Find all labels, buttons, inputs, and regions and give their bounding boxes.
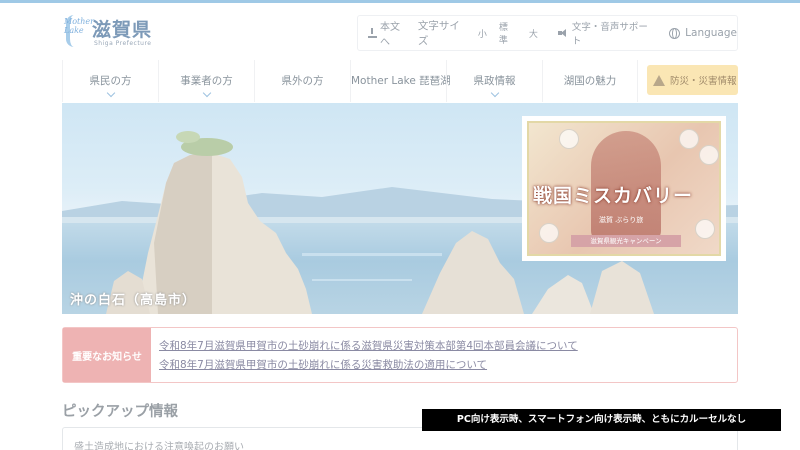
- important-notice-label: 重要なお知らせ: [63, 328, 151, 382]
- utility-bar: 本文へ 文字サイズ 小 標準 大 文字・音声サポート Language: [357, 15, 738, 51]
- nav-item-visitors[interactable]: 県外の方: [254, 60, 350, 102]
- skip-label: 本文へ: [379, 22, 400, 48]
- notice-link[interactable]: 令和8年7月滋賀県甲賀市の土砂崩れに係る災害救助法の適用について: [159, 357, 487, 372]
- nav-item-businesses[interactable]: 事業者の方: [158, 60, 254, 102]
- banner-title: 戦国ミスカバリー: [533, 185, 694, 207]
- nav-item-mother-lake[interactable]: Mother Lake 琵琶湖: [350, 60, 451, 102]
- banner-bubble: [559, 129, 579, 149]
- font-size-small-button[interactable]: 小: [474, 26, 491, 41]
- campaign-banner-image: 戦国ミスカバリー 滋賀 ぶらり旅 滋賀県観光キャンペーン: [527, 121, 721, 256]
- warning-icon: [653, 74, 665, 86]
- campaign-banner[interactable]: 戦国ミスカバリー 滋賀 ぶらり旅 滋賀県観光キャンペーン: [522, 116, 726, 261]
- chevron-down-icon: [202, 88, 211, 98]
- logo-name-ja: 滋賀県: [92, 19, 153, 41]
- disaster-info-button[interactable]: 防災・災害情報: [647, 65, 738, 95]
- globe-icon: [669, 27, 681, 39]
- banner-bubble: [695, 219, 715, 239]
- font-size-control: 文字サイズ 小 標準 大: [418, 18, 542, 48]
- site-logo[interactable]: Mother Lake 滋賀県 Shiga Prefecture: [64, 13, 156, 53]
- logo-name-en: Shiga Prefecture: [94, 40, 152, 47]
- global-nav: 県民の方 事業者の方 県外の方 Mother Lake 琵琶湖 県政情報 湖国の…: [62, 60, 642, 102]
- disaster-info-label: 防災・災害情報: [670, 76, 737, 87]
- pickup-section-title: ピックアップ情報: [62, 404, 178, 420]
- site-header: Mother Lake 滋賀県 Shiga Prefecture 本文へ 文字サ…: [0, 3, 800, 60]
- banner-subtitle: 滋賀 ぶらり旅: [599, 216, 644, 224]
- nav-item-label: 県民の方: [89, 75, 132, 87]
- language-link[interactable]: Language: [669, 27, 737, 39]
- pickup-item-link[interactable]: 盛土造成地における注意喚起のお願い: [74, 438, 244, 450]
- voice-support-label: 文字・音声サポート: [571, 22, 648, 47]
- nav-item-attractions[interactable]: 湖国の魅力: [542, 60, 638, 102]
- download-arrow-icon: [368, 28, 377, 38]
- font-size-standard-button[interactable]: 標準: [495, 19, 521, 47]
- nav-item-government[interactable]: 県政情報: [446, 60, 542, 102]
- notice-link[interactable]: 令和8年7月滋賀県甲賀市の土砂崩れに係る滋賀県災害対策本部第4回本部員会議につい…: [159, 338, 578, 353]
- nav-item-label: Mother Lake 琵琶湖: [351, 75, 451, 87]
- nav-item-residents[interactable]: 県民の方: [62, 60, 158, 102]
- chevron-down-icon: [490, 88, 499, 98]
- important-notice-box: 重要なお知らせ 令和8年7月滋賀県甲賀市の土砂崩れに係る滋賀県災害対策本部第4回…: [62, 327, 738, 383]
- banner-campaign-label: 滋賀県観光キャンペーン: [571, 235, 681, 247]
- banner-bubble: [699, 145, 719, 165]
- banner-bubble: [539, 223, 559, 243]
- nav-item-label: 県外の方: [281, 75, 324, 87]
- language-label: Language: [685, 27, 737, 39]
- nav-item-label: 湖国の魅力: [563, 75, 617, 87]
- nav-item-label: 事業者の方: [180, 75, 233, 87]
- speaker-icon: [557, 28, 568, 38]
- hero-caption: 沖の白石（高島市）: [70, 293, 197, 308]
- chevron-down-icon: [106, 88, 115, 98]
- hero-image: 沖の白石（高島市） 戦国ミスカバリー 滋賀 ぶらり旅 滋賀県観光キャンペーン: [62, 103, 738, 314]
- logo-tagline: Mother Lake: [64, 17, 94, 35]
- overlay-caption: PC向け表示時、スマートフォン向け表示時、ともにカルーセルなし: [422, 409, 781, 431]
- voice-support-link[interactable]: 文字・音声サポート: [557, 19, 657, 47]
- font-size-large-button[interactable]: 大: [525, 26, 542, 41]
- skip-to-content-link[interactable]: 本文へ: [368, 18, 410, 48]
- nav-item-label: 県政情報: [473, 75, 516, 87]
- banner-bubble: [679, 129, 699, 149]
- font-size-label: 文字サイズ: [417, 20, 460, 47]
